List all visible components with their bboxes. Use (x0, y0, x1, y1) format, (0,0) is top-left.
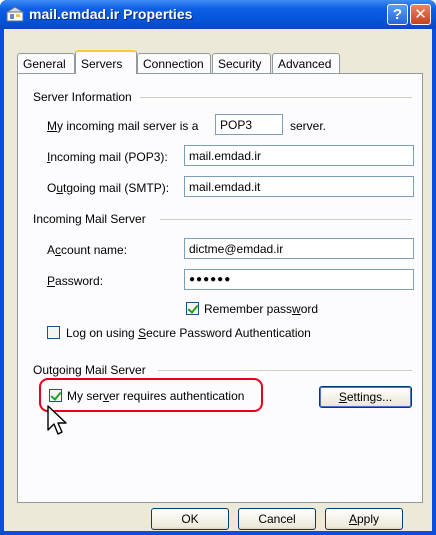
incoming-type-suffix: server. (290, 119, 327, 133)
account-name-input[interactable]: dictme@emdad.ir (184, 238, 414, 259)
incoming-mail-label: Incoming mail (POP3): (47, 150, 168, 164)
remember-password-checkbox[interactable] (186, 302, 199, 315)
tab-general-label: General (23, 57, 66, 71)
requires-auth-checkbox[interactable] (49, 389, 62, 402)
tab-general[interactable]: General (17, 53, 75, 73)
tab-security[interactable]: Security (212, 53, 271, 73)
close-button[interactable]: ✕ (410, 4, 431, 25)
incoming-server-heading: Incoming Mail Server (33, 212, 150, 226)
incoming-mail-input[interactable]: mail.emdad.ir (184, 145, 414, 166)
ok-button[interactable]: OK (151, 508, 229, 530)
title-bar[interactable]: mail.emdad.ir Properties ? ✕ (0, 0, 436, 29)
tab-servers[interactable]: Servers (75, 50, 137, 74)
incoming-type-prefix: My incoming mail server is a (47, 119, 199, 133)
password-label: Password: (47, 274, 104, 288)
group-divider (158, 370, 412, 371)
window-title: mail.emdad.ir Properties (29, 6, 193, 22)
tab-connection[interactable]: Connection (137, 53, 211, 73)
account-name-label: Account name: (47, 243, 128, 257)
tab-servers-label: Servers (81, 57, 123, 71)
help-button[interactable]: ? (387, 4, 408, 25)
outgoing-server-heading: Outgoing Mail Server (33, 363, 150, 377)
properties-window: mail.emdad.ir Properties ? ✕ General Ser… (0, 0, 436, 535)
outgoing-mail-label: Outgoing mail (SMTP): (47, 181, 170, 195)
requires-auth-label: My server requires authentication (67, 389, 245, 403)
settings-button[interactable]: Settings... (319, 386, 412, 408)
mouse-pointer-icon (47, 405, 67, 435)
group-divider (140, 97, 412, 98)
apply-button[interactable]: Apply (325, 508, 403, 530)
spa-checkbox[interactable] (47, 326, 60, 339)
tab-connection-label: Connection (143, 57, 204, 71)
cancel-button[interactable]: Cancel (238, 508, 316, 530)
group-divider (160, 219, 412, 220)
remember-password-label: Remember password (204, 302, 319, 316)
outgoing-mail-input[interactable]: mail.emdad.it (184, 176, 414, 197)
mail-server-icon (6, 6, 24, 22)
tab-advanced-label: Advanced (278, 57, 332, 71)
server-information-heading: Server Information (33, 90, 136, 104)
tab-security-label: Security (218, 57, 262, 71)
tab-advanced[interactable]: Advanced (272, 53, 340, 73)
incoming-server-type: POP3 (215, 114, 283, 135)
password-input[interactable]: ●●●●●● (184, 269, 414, 290)
spa-label: Log on using Secure Password Authenticat… (66, 326, 311, 340)
